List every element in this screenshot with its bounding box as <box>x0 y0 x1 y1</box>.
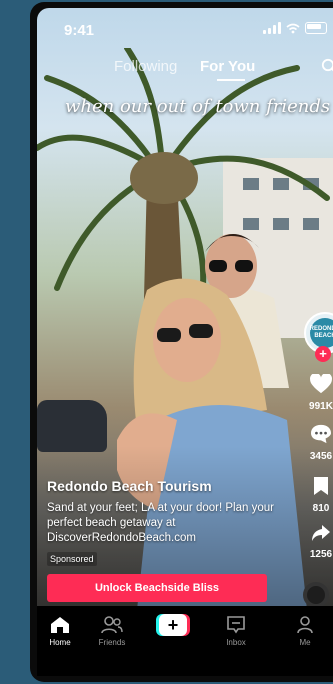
phone-frame: 9:41 Following For You when our out of t… <box>30 2 333 682</box>
status-bar: 9:41 <box>37 8 333 44</box>
cta-button[interactable]: Unlock Beachside Bliss <box>47 574 267 602</box>
tab-for-you[interactable]: For You <box>200 58 255 75</box>
like-count: 991K <box>309 401 333 412</box>
nav-home[interactable]: Home <box>37 616 83 647</box>
comment-count: 3456 <box>309 451 333 462</box>
status-time: 9:41 <box>64 22 95 39</box>
nav-home-label: Home <box>49 638 71 647</box>
nav-inbox[interactable]: Inbox <box>213 616 259 647</box>
comment-icon <box>311 424 331 444</box>
avatar-logo-text: REDONDO BEACH <box>310 318 333 348</box>
feed-tabs: Following For You <box>37 58 333 82</box>
inbox-icon <box>227 616 245 634</box>
create-button[interactable]: + <box>149 614 197 636</box>
bookmark-icon <box>314 477 328 495</box>
home-icon <box>51 617 69 633</box>
sponsored-badge: Sponsored <box>47 552 97 566</box>
ad-description: Sand at your feet; LA at your door! Plan… <box>47 502 274 544</box>
bottom-nav: Home Friends + Inbox Me <box>37 606 333 676</box>
nav-friends-label: Friends <box>98 638 126 647</box>
tab-following[interactable]: Following <box>114 58 177 75</box>
wifi-icon <box>286 23 300 33</box>
profile-icon <box>297 616 313 634</box>
heart-icon <box>310 373 332 394</box>
background-car <box>37 400 107 452</box>
plus-icon: + <box>156 614 190 636</box>
video-caption-overlay: when our out of town friends <box>65 96 331 117</box>
sound-disc-icon[interactable] <box>303 582 329 608</box>
follow-button[interactable]: + <box>315 346 331 362</box>
share-button[interactable]: 1256 <box>301 524 333 560</box>
battery-icon <box>305 22 327 34</box>
video-feed[interactable]: 9:41 Following For You when our out of t… <box>37 8 333 676</box>
comment-button[interactable]: 3456 <box>301 424 333 462</box>
search-icon[interactable] <box>321 58 333 74</box>
signal-icon <box>263 22 281 34</box>
share-icon <box>312 525 330 541</box>
ad-brand-name[interactable]: Redondo Beach Tourism <box>47 478 287 494</box>
save-count: 810 <box>312 503 330 514</box>
nav-friends[interactable]: Friends <box>89 616 135 647</box>
share-count: 1256 <box>309 549 333 560</box>
active-tab-indicator <box>217 79 245 81</box>
status-icons <box>263 22 327 34</box>
like-button[interactable]: 991K <box>301 373 333 412</box>
friends-icon <box>101 616 123 634</box>
nav-me-label: Me <box>299 638 311 647</box>
save-button[interactable]: 810 <box>301 476 333 514</box>
nav-me[interactable]: Me <box>282 616 328 647</box>
nav-inbox-label: Inbox <box>226 638 246 647</box>
ad-info: Redondo Beach Tourism Sand at your feet;… <box>47 478 287 567</box>
